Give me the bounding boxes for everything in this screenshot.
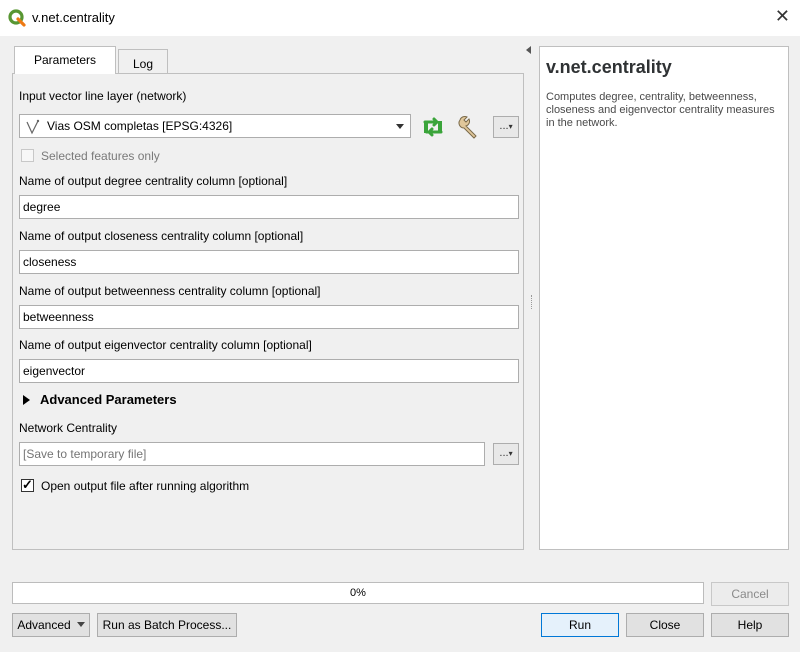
parameters-pane: Input vector line layer (network) Vias O…: [12, 73, 524, 550]
open-output-label: Open output file after running algorithm: [41, 479, 250, 493]
open-output-checkbox[interactable]: [21, 477, 34, 493]
eigenvector-field[interactable]: [19, 359, 519, 383]
selected-features-label: Selected features only: [41, 149, 160, 163]
advanced-parameters-label: Advanced Parameters: [40, 392, 177, 407]
progress-bar: 0%: [12, 582, 704, 604]
chevron-down-icon: [76, 622, 85, 628]
window-title: v.net.centrality: [32, 10, 115, 25]
betweenness-field[interactable]: [19, 305, 519, 329]
qgis-logo-icon: [8, 9, 26, 27]
splitter-handle[interactable]: [531, 295, 534, 309]
network-centrality-label: Network Centrality: [19, 421, 118, 435]
chevron-down-icon: [396, 124, 404, 129]
parameters-panel: Parameters Log Input vector line layer (…: [12, 46, 524, 550]
help-panel: v.net.centrality Computes degree, centra…: [539, 46, 789, 550]
degree-field[interactable]: [19, 195, 519, 219]
advanced-menu-button[interactable]: Advanced: [12, 613, 90, 637]
input-layer-combo[interactable]: Vias OSM completas [EPSG:4326]: [19, 114, 411, 138]
closeness-label: Name of output closeness centrality colu…: [19, 229, 304, 243]
expand-arrow-icon: [23, 394, 30, 405]
help-title: v.net.centrality: [546, 57, 672, 77]
line-layer-icon: [26, 119, 40, 135]
iterate-icon[interactable]: [419, 114, 447, 140]
run-button[interactable]: Run: [541, 613, 619, 637]
tab-parameters[interactable]: Parameters: [14, 46, 116, 74]
progress-text: 0%: [350, 587, 366, 599]
dots-label: ...: [499, 120, 509, 132]
collapse-arrow-icon[interactable]: [526, 46, 531, 54]
tab-log[interactable]: Log: [118, 49, 168, 74]
degree-label: Name of output degree centrality column …: [19, 174, 288, 188]
layer-options-button[interactable]: ...▾: [493, 116, 519, 138]
betweenness-label: Name of output betweenness centrality co…: [19, 284, 321, 298]
selected-features-checkbox[interactable]: [21, 149, 34, 162]
close-button[interactable]: Close: [626, 613, 704, 637]
input-layer-value: Vias OSM completas [EPSG:4326]: [47, 119, 233, 133]
eigenvector-label: Name of output eigenvector centrality co…: [19, 338, 312, 352]
title-bar: v.net.centrality ✕: [0, 0, 800, 36]
dots-label: ...: [499, 447, 509, 459]
close-window-icon[interactable]: ✕: [775, 6, 790, 26]
input-layer-label: Input vector line layer (network): [19, 89, 187, 103]
network-centrality-output-field[interactable]: [19, 442, 485, 466]
advanced-parameters-toggle[interactable]: Advanced Parameters: [23, 392, 177, 407]
advanced-button-label: Advanced: [17, 618, 71, 632]
help-button[interactable]: Help: [711, 613, 789, 637]
wrench-icon[interactable]: [455, 113, 483, 139]
closeness-field[interactable]: [19, 250, 519, 274]
help-description: Computes degree, centrality, betweenness…: [546, 91, 775, 129]
output-file-options-button[interactable]: ...▾: [493, 443, 519, 465]
cancel-button[interactable]: Cancel: [711, 582, 789, 606]
batch-process-button[interactable]: Run as Batch Process...: [97, 613, 237, 637]
